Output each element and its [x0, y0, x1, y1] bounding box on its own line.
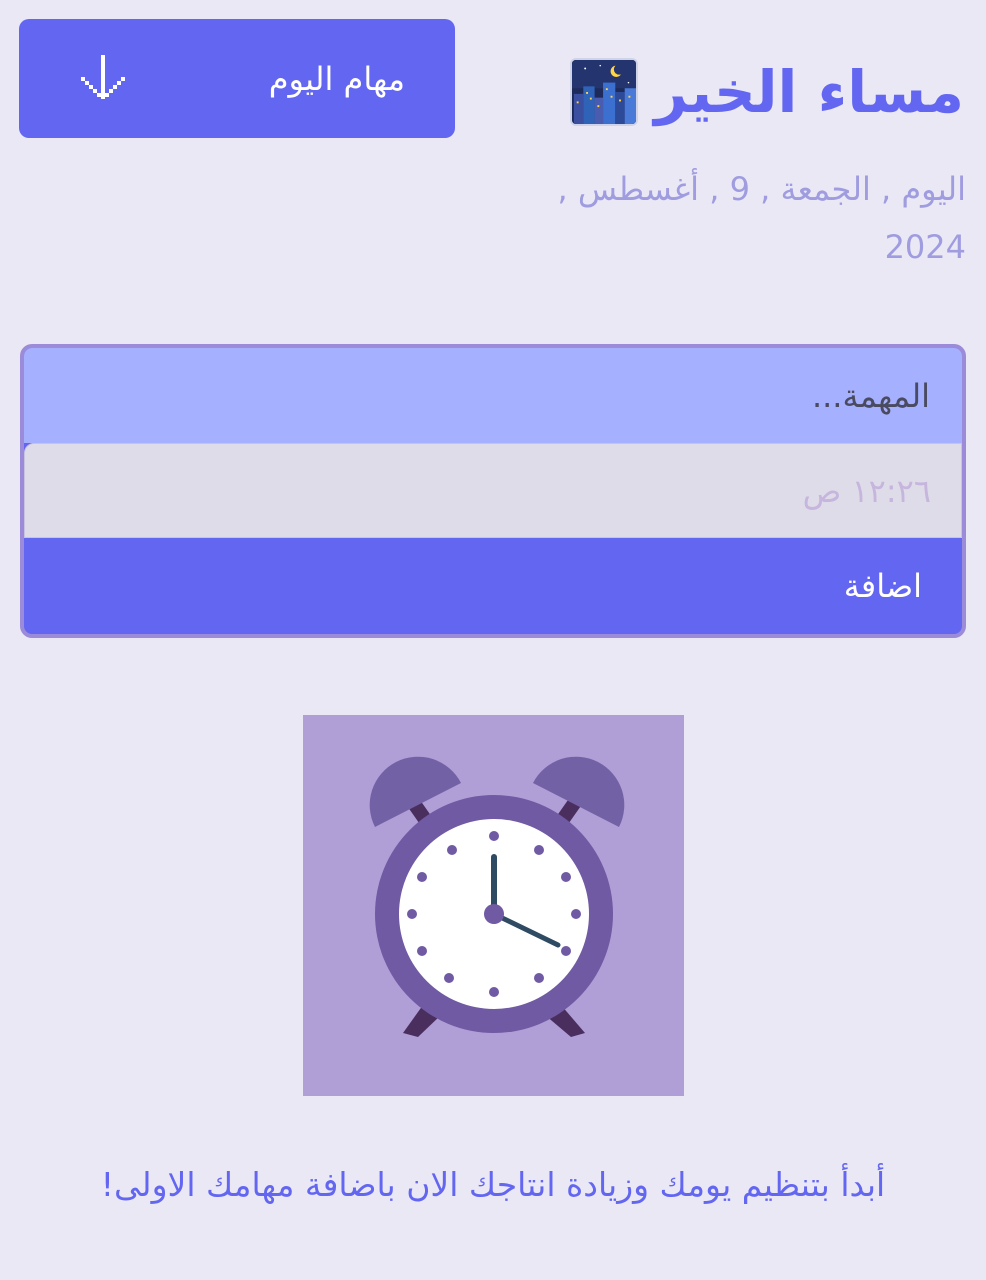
- arrow-down-icon: [81, 54, 125, 99]
- task-input[interactable]: المهمة...: [24, 348, 962, 443]
- greeting-header: مساء الخير: [570, 58, 964, 126]
- time-input-value: ١٢:٢٦ ص: [802, 471, 931, 510]
- add-task-button[interactable]: اضافة: [24, 538, 962, 634]
- time-input[interactable]: ١٢:٢٦ ص: [24, 443, 962, 538]
- night-city-icon: [570, 58, 639, 126]
- today-tasks-button[interactable]: مهام اليوم: [19, 19, 455, 138]
- today-tasks-label: مهام اليوم: [268, 59, 405, 98]
- add-task-label: اضافة: [843, 567, 922, 605]
- empty-state-message: أبدأ بتنظيم يومك وزيادة انتاجك الان باضا…: [100, 1165, 886, 1204]
- task-form: المهمة... ١٢:٢٦ ص اضافة: [20, 344, 966, 638]
- current-date: اليوم , الجمعة , 9 , أغسطس , 2024: [557, 170, 967, 266]
- alarm-clock-icon: [303, 715, 684, 1096]
- task-input-placeholder: المهمة...: [811, 376, 930, 415]
- greeting-text: مساء الخير: [654, 58, 964, 126]
